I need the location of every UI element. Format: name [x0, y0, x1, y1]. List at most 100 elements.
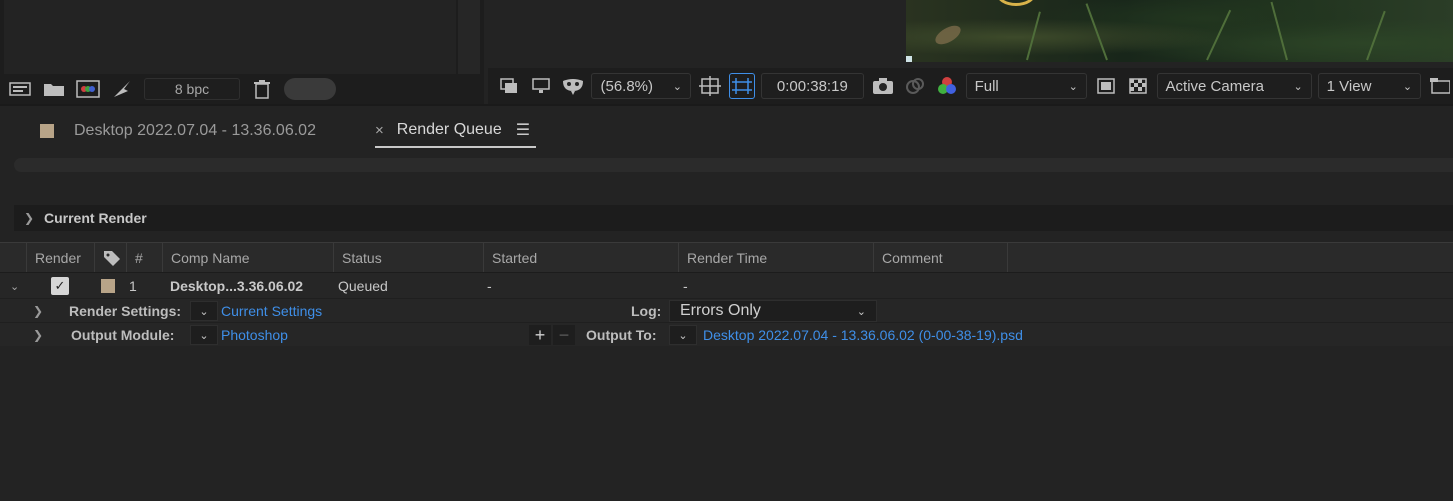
chevron-right-icon[interactable]: ❯	[33, 299, 43, 323]
column-render-label: Render	[35, 250, 81, 266]
preview-detail-ring	[996, 0, 1036, 6]
output-to-dropdown[interactable]: ⌄	[669, 325, 697, 345]
chevron-right-icon[interactable]: ❯	[33, 323, 43, 347]
fast-previews-icon[interactable]	[1093, 73, 1119, 99]
composition-color-swatch	[40, 124, 54, 138]
item-started: -	[487, 278, 492, 294]
output-to-link[interactable]: Desktop 2022.07.04 - 13.36.06.02 (0-00-3…	[703, 323, 1023, 347]
column-comp-name[interactable]: Comp Name	[162, 243, 334, 273]
camera-view-dropdown[interactable]: Active Camera ⌄	[1156, 73, 1312, 99]
item-label-color[interactable]	[101, 273, 115, 299]
monitor-icon[interactable]	[528, 73, 554, 99]
chevron-down-icon: ⌄	[1293, 80, 1303, 93]
always-preview-icon[interactable]	[496, 73, 522, 99]
column-render[interactable]: Render	[26, 243, 96, 273]
table-header: Render # Comp Name Status Started Render…	[0, 242, 1453, 273]
footer-slider[interactable]	[284, 78, 336, 100]
project-scroll-column[interactable]	[458, 0, 480, 74]
camera-snapshot-icon[interactable]	[870, 73, 896, 99]
show-snapshot-icon[interactable]	[902, 73, 928, 99]
interpret-footage-icon[interactable]	[8, 78, 32, 100]
column-label[interactable]	[94, 243, 124, 273]
grid-guides-icon[interactable]	[697, 73, 723, 99]
render-queue-item[interactable]: ⌄ ✓ 1 Desktop...3.36.06.02 Queued - -	[0, 272, 1453, 298]
magnification-dropdown[interactable]: (56.8%) ⌄	[591, 73, 691, 99]
current-time-field[interactable]: 0:00:38:19	[760, 73, 865, 99]
chevron-down-icon: ⌄	[672, 80, 682, 93]
preview-grass	[1085, 3, 1108, 61]
render-settings-row: ❯ Render Settings: ⌄ Current Settings Lo…	[0, 298, 1453, 322]
checkmark-icon: ✓	[51, 277, 69, 295]
chevron-down-icon: ⌄	[856, 305, 866, 318]
chevron-down-icon: ⌄	[1402, 80, 1413, 93]
tag-icon	[104, 251, 120, 266]
chevron-down-icon[interactable]: ⌄	[10, 273, 26, 299]
item-render-time: -	[683, 278, 688, 294]
panel-menu-icon[interactable]: ☰	[516, 120, 530, 140]
region-of-interest-icon[interactable]	[728, 73, 755, 99]
resolution-value: Full	[974, 77, 999, 95]
log-dropdown[interactable]: Errors Only ⌄	[669, 300, 877, 322]
item-number: 1	[129, 278, 137, 294]
output-to-label: Output To:	[586, 327, 657, 343]
show-channel-icon[interactable]	[934, 73, 960, 99]
item-status: Queued	[338, 278, 388, 294]
view-layout-dropdown[interactable]: 1 View ⌄	[1317, 73, 1422, 99]
remove-output-module-button[interactable]: −	[553, 325, 575, 345]
column-started[interactable]: Started	[483, 243, 678, 273]
close-icon[interactable]: ×	[375, 122, 384, 139]
render-settings-link[interactable]: Current Settings	[221, 299, 322, 323]
column-comment[interactable]: Comment	[873, 243, 1008, 273]
tab-render-queue-label: Render Queue	[396, 121, 502, 138]
mask-visibility-icon[interactable]	[560, 73, 586, 99]
render-settings-label: Render Settings:	[69, 303, 182, 319]
column-number-label: #	[135, 250, 143, 266]
preview-grass	[1270, 1, 1288, 61]
column-render-time[interactable]: Render Time	[678, 243, 873, 273]
column-render-time-label: Render Time	[687, 250, 768, 266]
render-checkbox[interactable]: ✓	[51, 273, 69, 299]
current-render-section[interactable]: ❯ Current Render	[14, 205, 1453, 231]
column-number[interactable]: #	[126, 243, 162, 273]
add-output-module-button[interactable]: +	[529, 325, 551, 345]
viewer-toolbar: (56.8%) ⌄ 0:00:38:19 Full ⌄ Active Camera ⌄	[488, 70, 1453, 102]
current-render-label: Current Render	[44, 210, 147, 226]
new-folder-icon[interactable]	[42, 78, 66, 100]
project-footer: 8 bpc	[0, 74, 484, 104]
tab-composition[interactable]: Desktop 2022.07.04 - 13.36.06.02	[40, 114, 316, 148]
project-panel: 8 bpc	[0, 0, 484, 104]
preview-detail-leaf	[932, 21, 964, 49]
render-queue-table: Render # Comp Name Status Started Render…	[0, 242, 1453, 346]
preview-grass	[1026, 11, 1041, 61]
column-comment-label: Comment	[882, 250, 943, 266]
anchor-marker	[906, 56, 912, 62]
bit-depth-button[interactable]: 8 bpc	[144, 78, 240, 100]
output-module-link[interactable]: Photoshop	[221, 323, 288, 347]
log-label: Log:	[631, 303, 662, 319]
column-status[interactable]: Status	[333, 243, 483, 273]
camera-value: Active Camera	[1165, 77, 1264, 95]
toggle-pixel-aspect-icon[interactable]	[1427, 73, 1453, 99]
log-value: Errors Only	[680, 302, 761, 319]
render-settings-dropdown[interactable]: ⌄	[190, 301, 218, 321]
tab-render-queue[interactable]: × Render Queue ☰	[375, 114, 537, 148]
resolution-dropdown[interactable]: Full ⌄	[965, 73, 1087, 99]
item-comp-name: Desktop...3.36.06.02	[170, 278, 304, 294]
output-module-dropdown[interactable]: ⌄	[190, 325, 218, 345]
output-module-row: ❯ Output Module: ⌄ Photoshop + − Output …	[0, 322, 1453, 346]
chevron-down-icon: ⌄	[1068, 80, 1078, 93]
column-started-label: Started	[492, 250, 538, 266]
project-list-area[interactable]	[4, 0, 456, 74]
render-progress-area	[14, 158, 1453, 172]
new-composition-icon[interactable]	[76, 78, 100, 100]
composition-viewer-panel: (56.8%) ⌄ 0:00:38:19 Full ⌄ Active Camera ⌄	[488, 0, 1453, 104]
trash-icon[interactable]	[250, 78, 274, 100]
render-queue-panel: Desktop 2022.07.04 - 13.36.06.02 × Rende…	[0, 104, 1453, 501]
composition-preview-image[interactable]	[906, 0, 1453, 62]
transparency-grid-icon[interactable]	[1125, 73, 1151, 99]
viewer-area[interactable]	[488, 0, 1453, 68]
views-value: 1 View	[1326, 77, 1372, 95]
flowchart-icon[interactable]	[110, 78, 134, 100]
column-status-label: Status	[342, 250, 382, 266]
chevron-right-icon[interactable]: ❯	[14, 211, 44, 225]
